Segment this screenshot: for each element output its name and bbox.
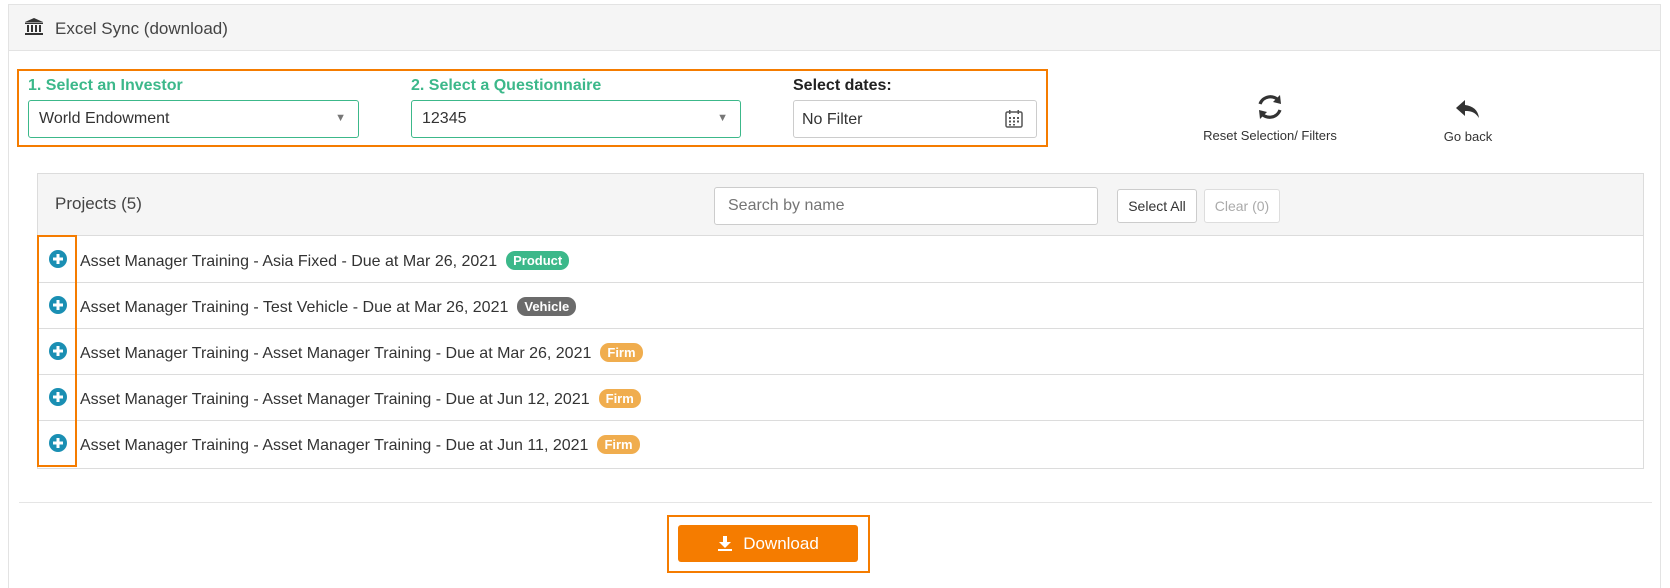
project-type-badge: Firm [597,435,640,454]
reset-filters-label: Reset Selection/ Filters [1203,128,1337,143]
date-filter-value: No Filter [802,111,863,128]
projects-header: Projects (5) Select All Clear (0) [38,174,1643,236]
project-name: Asset Manager Training - Asset Manager T… [80,391,590,408]
project-type-badge: Vehicle [517,297,577,316]
expand-column-highlight [37,235,77,467]
go-back-button[interactable]: Go back [1418,95,1518,144]
questionnaire-select[interactable]: 12345 ▼ [411,100,741,138]
projects-title: Projects (5) [55,194,142,213]
project-row[interactable]: Asset Manager Training - Asset Manager T… [38,375,1643,421]
project-type-badge: Firm [600,343,643,362]
project-row[interactable]: Asset Manager Training - Asset Manager T… [38,421,1643,467]
date-filter-input[interactable]: No Filter [793,100,1037,138]
project-name: Asset Manager Training - Test Vehicle - … [80,299,509,316]
project-row-text: Asset Manager Training - Asset Manager T… [80,435,640,455]
project-row-text: Asset Manager Training - Asia Fixed - Du… [80,251,570,271]
investor-select-value: World Endowment [39,110,170,127]
project-type-badge: Firm [598,389,641,408]
projects-panel: Projects (5) Select All Clear (0) Asset … [37,173,1644,469]
project-name: Asset Manager Training - Asset Manager T… [80,437,589,454]
reply-arrow-icon [1456,100,1479,118]
project-name: Asset Manager Training - Asset Manager T… [80,345,592,362]
calendar-icon[interactable] [1004,109,1024,129]
select-all-button[interactable]: Select All [1117,189,1197,223]
reset-filters-button[interactable]: Reset Selection/ Filters [1190,92,1350,143]
page-title: Excel Sync (download) [55,19,228,38]
chevron-down-icon: ▼ [717,112,728,124]
refresh-icon [1258,95,1282,119]
bank-icon [25,18,43,35]
clear-button[interactable]: Clear (0) [1204,189,1280,223]
go-back-label: Go back [1443,129,1493,144]
project-type-badge: Product [506,251,570,270]
investor-select[interactable]: World Endowment ▼ [28,100,359,138]
download-label: Download [743,534,819,553]
project-name: Asset Manager Training - Asia Fixed - Du… [80,253,498,270]
questionnaire-select-value: 12345 [422,110,467,127]
chevron-down-icon: ▼ [335,112,346,124]
project-row-text: Asset Manager Training - Asset Manager T… [80,389,641,409]
search-input[interactable] [714,187,1098,225]
project-row-text: Asset Manager Training - Test Vehicle - … [80,297,577,317]
download-button[interactable]: Download [678,525,858,562]
divider [19,502,1652,503]
panel-header: Excel Sync (download) [9,5,1660,51]
project-row[interactable]: Asset Manager Training - Asset Manager T… [38,329,1643,375]
project-row[interactable]: Asset Manager Training - Test Vehicle - … [38,283,1643,329]
download-icon [718,536,733,551]
questionnaire-label: 2. Select a Questionnaire [411,77,602,94]
dates-label: Select dates: [793,77,892,94]
project-row[interactable]: Asset Manager Training - Asia Fixed - Du… [38,237,1643,283]
project-row-text: Asset Manager Training - Asset Manager T… [80,343,643,363]
investor-label: 1. Select an Investor [28,77,183,94]
